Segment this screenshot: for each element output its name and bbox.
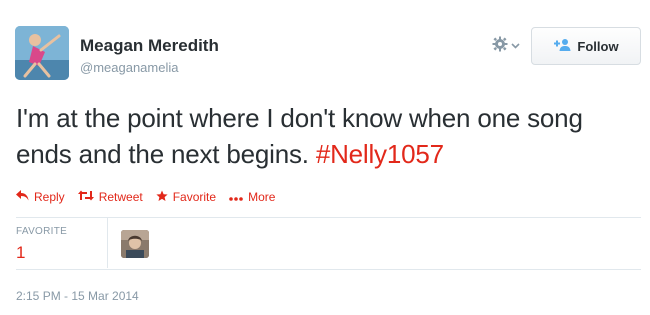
user-actions-dropdown[interactable] [492,36,526,56]
tweet-timestamp[interactable]: 2:15 PM - 15 Mar 2014 [16,289,139,303]
favorite-button[interactable]: Favorite [156,190,216,205]
display-name[interactable]: Meagan Meredith [80,36,219,56]
user-avatar[interactable] [15,26,69,80]
more-icon [229,190,248,204]
divider-bottom [16,269,641,270]
star-icon [156,190,173,205]
reply-label: Reply [34,190,65,204]
retweet-button[interactable]: Retweet [77,190,143,204]
favorite-stat-count[interactable]: 1 [16,243,25,263]
tweet-body: I'm at the point where I don't know when… [16,103,583,169]
screen-name[interactable]: @meaganamelia [80,60,178,75]
favoriter-avatar[interactable] [121,230,149,258]
more-button[interactable]: More [229,190,275,204]
retweet-icon [77,190,99,204]
stats-divider [107,218,108,268]
follow-button[interactable]: Follow [531,27,641,65]
chevron-down-icon [511,37,520,55]
more-label: More [248,190,276,204]
tweet-actions: Reply Retweet Favorite More [16,187,288,207]
reply-button[interactable]: Reply [16,190,65,204]
retweet-label: Retweet [98,190,143,204]
reply-icon [16,190,34,204]
favorite-stat-label: FAVORITE [16,226,68,237]
follow-icon [553,38,571,55]
divider-top [16,217,641,218]
gear-icon [492,36,508,57]
follow-label: Follow [577,38,619,54]
hashtag-link[interactable]: #Nelly1057 [316,139,444,169]
favorite-label: Favorite [172,190,217,204]
tweet-text: I'm at the point where I don't know when… [16,100,641,172]
